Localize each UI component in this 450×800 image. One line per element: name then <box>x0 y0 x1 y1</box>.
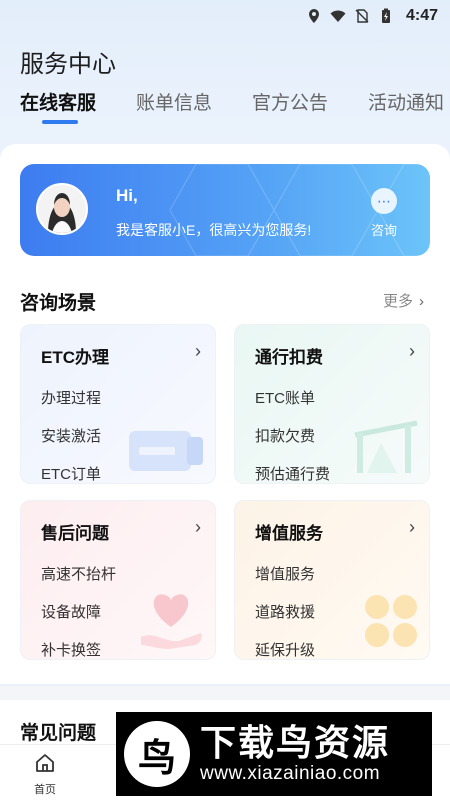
scenario-tile-toll[interactable]: 通行扣费 › ETC账单 扣款欠费 预估通行费 <box>234 324 430 484</box>
no-sim-icon <box>355 9 369 23</box>
consult-label: 咨询 <box>370 223 397 238</box>
watermark-name: 下载鸟资源 <box>200 722 391 763</box>
tile-title: 通行扣费 <box>255 348 323 367</box>
tile-item[interactable]: 高速不抬杆 <box>41 563 116 584</box>
tile-item[interactable]: ETC账单 <box>255 387 315 408</box>
page-title: 服务中心 <box>20 51 116 78</box>
tile-title: ETC办理 <box>41 348 109 367</box>
customer-service-banner[interactable]: Hi, 我是客服小E，很高兴为您服务! ⋯ 咨询 <box>20 164 430 256</box>
tabbar-home[interactable]: 首页 <box>28 752 62 797</box>
tile-title: 增值服务 <box>255 524 323 543</box>
tile-item[interactable]: ETC订单 <box>41 463 101 483</box>
clock: 4:47 <box>405 7 438 24</box>
tile-item[interactable]: 预估通行费 <box>255 463 330 483</box>
clover-icon <box>365 595 417 647</box>
tile-item[interactable]: 增值服务 <box>255 563 315 584</box>
etc-card-icon <box>129 431 203 471</box>
status-bar: 4:47 <box>0 0 450 32</box>
tab-online-service[interactable]: 在线客服 <box>20 88 96 124</box>
home-icon <box>36 754 54 772</box>
tile-item[interactable]: 设备故障 <box>41 601 101 622</box>
chat-bubble-icon: ⋯ <box>371 188 397 214</box>
avatar <box>36 183 88 235</box>
tab-bill-info[interactable]: 账单信息 <box>136 88 212 122</box>
tile-title: 售后问题 <box>41 524 109 543</box>
consult-button[interactable]: ⋯ 咨询 <box>366 188 402 239</box>
banner-subtitle: 我是客服小E，很高兴为您服务! <box>116 222 312 238</box>
watermark-logo: 鸟 <box>124 721 190 787</box>
toll-gate-icon <box>354 420 418 473</box>
banner-greeting: Hi, <box>116 186 138 205</box>
tab-announcements[interactable]: 官方公告 <box>252 88 328 122</box>
watermark-url: www.xiazainiao.com <box>200 763 381 784</box>
tile-item[interactable]: 安装激活 <box>41 425 101 446</box>
tab-bar: 在线客服 账单信息 官方公告 活动通知 <box>20 88 444 124</box>
location-icon <box>308 9 319 23</box>
tile-item[interactable]: 道路救援 <box>255 601 315 622</box>
chevron-right-icon: › <box>409 517 415 537</box>
watermark: 鸟 下载鸟资源 www.xiazainiao.com <box>116 712 432 796</box>
tile-item[interactable]: 补卡换签 <box>41 639 101 659</box>
more-link[interactable]: 更多 › <box>383 290 424 311</box>
scenario-tile-etc[interactable]: ETC办理 › 办理过程 安装激活 ETC订单 <box>20 324 216 484</box>
chevron-right-icon: › <box>409 341 415 361</box>
tile-item[interactable]: 办理过程 <box>41 387 101 408</box>
section-title-scenarios: 咨询场景 <box>20 293 97 314</box>
tile-item[interactable]: 扣款欠费 <box>255 425 315 446</box>
section-title-faq: 常见问题 <box>20 723 97 744</box>
wifi-icon <box>330 10 346 22</box>
tab-activity-notice[interactable]: 活动通知 <box>368 88 444 122</box>
more-label: 更多 <box>382 293 413 310</box>
tile-item[interactable]: 延保升级 <box>255 639 315 659</box>
chevron-right-icon: › <box>419 293 424 310</box>
battery-charging-icon <box>381 8 390 23</box>
scenario-tile-value-added[interactable]: 增值服务 › 增值服务 道路救援 延保升级 <box>234 500 430 660</box>
tabbar-home-label: 首页 <box>34 784 56 796</box>
heart-hand-icon <box>141 594 202 649</box>
chevron-right-icon: › <box>195 341 201 361</box>
chevron-right-icon: › <box>195 517 201 537</box>
scenario-tile-after-sales[interactable]: 售后问题 › 高速不抬杆 设备故障 补卡换签 <box>20 500 216 660</box>
agent-portrait-icon <box>38 185 86 233</box>
watermark-text: 下载鸟资源 www.xiazainiao.com <box>200 723 390 785</box>
